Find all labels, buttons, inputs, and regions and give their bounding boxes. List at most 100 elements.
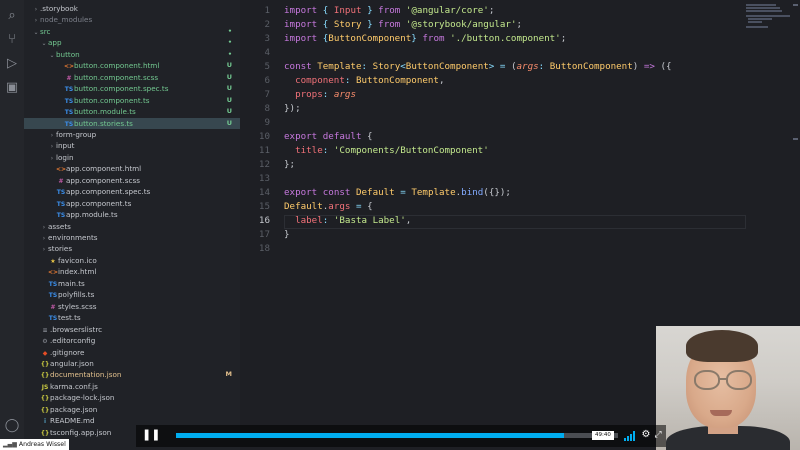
explorer-item[interactable]: # app.component.scss: [24, 175, 240, 187]
git-status-dot: •: [227, 49, 232, 58]
time-tooltip: 49:40: [592, 431, 614, 440]
account-icon[interactable]: ◯: [4, 418, 20, 434]
explorer-item[interactable]: › form-group: [24, 129, 240, 141]
explorer-item-label: angular.json: [50, 358, 94, 368]
explorer-item-label: input: [56, 141, 75, 151]
explorer-item[interactable]: <>app.component.html: [24, 163, 240, 175]
git-status-dot: •: [227, 26, 232, 35]
line-number: 5: [264, 61, 270, 72]
explorer-item-label: karma.conf.js: [50, 381, 98, 391]
explorer-item-label: .browserslistrc: [50, 324, 103, 334]
explorer-item[interactable]: ≡ .browserslistrc: [24, 324, 240, 336]
line-number: 3: [264, 33, 270, 44]
explorer-item-label: README.md: [50, 416, 95, 426]
progress-fill: [176, 433, 564, 438]
explorer-item-label: styles.scss: [58, 301, 97, 311]
explorer-item-label: login: [56, 152, 74, 162]
explorer-item-label: button.stories.ts: [74, 118, 133, 128]
explorer-item[interactable]: TSapp.component.ts: [24, 198, 240, 210]
explorer-item-label: .editorconfig: [50, 336, 96, 346]
explorer-item[interactable]: › login: [24, 152, 240, 164]
explorer-item[interactable]: ◆ .gitignore: [24, 347, 240, 359]
source-control-icon[interactable]: ⑂: [4, 32, 20, 48]
explorer-item[interactable]: ⌄app •: [24, 37, 240, 49]
line-number: 17: [258, 229, 270, 240]
line-number: 15: [258, 201, 270, 212]
glasses-left-lens: [694, 370, 720, 390]
explorer-item[interactable]: TStest.ts: [24, 312, 240, 324]
line-number: 10: [258, 131, 270, 142]
explorer-item[interactable]: › stories: [24, 243, 240, 255]
git-status-badge: U: [226, 95, 232, 104]
explorer-item[interactable]: ★ favicon.ico: [24, 255, 240, 267]
code-line-2: import { Story } from '@storybook/angula…: [284, 19, 523, 30]
explorer-item[interactable]: JS karma.conf.js: [24, 381, 240, 393]
explorer-item-label: tsconfig.app.json: [50, 427, 112, 437]
search-icon[interactable]: ⌕: [4, 8, 20, 24]
explorer-item-label: documentation.json: [50, 370, 122, 380]
explorer-item-label: polyfills.ts: [58, 290, 95, 300]
explorer-item[interactable]: {}package-lock.json: [24, 392, 240, 404]
explorer-item[interactable]: {}package.json: [24, 404, 240, 416]
explorer-item[interactable]: TSpolyfills.ts: [24, 289, 240, 301]
volume-icon[interactable]: [624, 431, 636, 441]
explorer-item[interactable]: ⌄src •: [24, 26, 240, 38]
explorer-item-label: test.ts: [58, 313, 81, 323]
explorer-item[interactable]: {}angular.json: [24, 358, 240, 370]
explorer-item-label: main.ts: [58, 278, 85, 288]
explorer-item[interactable]: TSbutton.stories.ts U: [24, 117, 240, 129]
explorer-item[interactable]: # styles.scss: [24, 301, 240, 313]
line-number: 7: [264, 89, 270, 100]
progress-bar[interactable]: 49:40: [176, 431, 618, 440]
git-status-badge: U: [226, 61, 232, 70]
explorer-item[interactable]: › node_modules: [24, 14, 240, 26]
line-number: 8: [264, 103, 270, 114]
line-number: 4: [264, 47, 270, 58]
pause-icon[interactable]: ❚❚: [142, 427, 160, 443]
presenter-hair: [686, 330, 758, 362]
signal-bars-icon: ▂▄▆: [3, 441, 17, 448]
explorer-item-label: button.component.spec.ts: [74, 84, 169, 94]
explorer-item[interactable]: TSmain.ts: [24, 278, 240, 290]
explorer-item[interactable]: › input: [24, 140, 240, 152]
line-number: 16: [258, 215, 270, 226]
activity-bar: ⌕ ⑂ ▷ ▣ ◯: [0, 0, 24, 450]
explorer-item[interactable]: TSapp.component.spec.ts: [24, 186, 240, 198]
explorer-item[interactable]: # button.component.scss U: [24, 72, 240, 84]
extensions-icon[interactable]: ▣: [4, 80, 20, 96]
explorer-item[interactable]: {}documentation.json M: [24, 369, 240, 381]
code-line-17: }: [284, 229, 290, 240]
explorer-item-label: environments: [48, 233, 98, 242]
explorer-item[interactable]: ⚙ .editorconfig: [24, 335, 240, 347]
explorer-item[interactable]: › assets: [24, 221, 240, 233]
video-player-controls: ❚❚ 49:40 ⚙ ⤢: [136, 425, 666, 447]
explorer-item[interactable]: TSapp.module.ts: [24, 209, 240, 221]
run-debug-icon[interactable]: ▷: [4, 56, 20, 72]
explorer-item[interactable]: › .storybook: [24, 3, 240, 15]
minimap[interactable]: [746, 2, 796, 32]
git-status-badge: U: [226, 72, 232, 81]
explorer-item-label: app: [48, 38, 62, 48]
explorer-item-label: button.component.html: [74, 61, 160, 71]
explorer-item[interactable]: <>index.html: [24, 266, 240, 278]
git-status-badge: U: [226, 107, 232, 116]
fullscreen-icon[interactable]: ⤢: [652, 428, 664, 442]
line-number: 2: [264, 19, 270, 30]
gear-icon[interactable]: ⚙: [640, 428, 652, 442]
explorer-item[interactable]: ⌄button •: [24, 49, 240, 61]
line-number: 18: [258, 243, 270, 254]
explorer-item-label: app.component.ts: [66, 198, 132, 208]
explorer-item-label: index.html: [58, 267, 97, 277]
presenter-mouth: [710, 410, 732, 416]
explorer-item[interactable]: TSbutton.component.spec.ts U: [24, 83, 240, 95]
explorer-item[interactable]: TSbutton.module.ts U: [24, 106, 240, 118]
code-line-3: import {ButtonComponent} from './button.…: [284, 33, 567, 44]
line-number: 11: [258, 145, 270, 156]
explorer-item[interactable]: <>button.component.html U: [24, 60, 240, 72]
line-number: 14: [258, 187, 270, 198]
explorer-item[interactable]: › environments: [24, 232, 240, 244]
code-line-14: export const Default = Template.bind({})…: [284, 187, 511, 198]
git-status-dot: •: [227, 38, 232, 47]
explorer-item-label: app.component.html: [66, 164, 142, 174]
explorer-item[interactable]: TSbutton.component.ts U: [24, 95, 240, 107]
